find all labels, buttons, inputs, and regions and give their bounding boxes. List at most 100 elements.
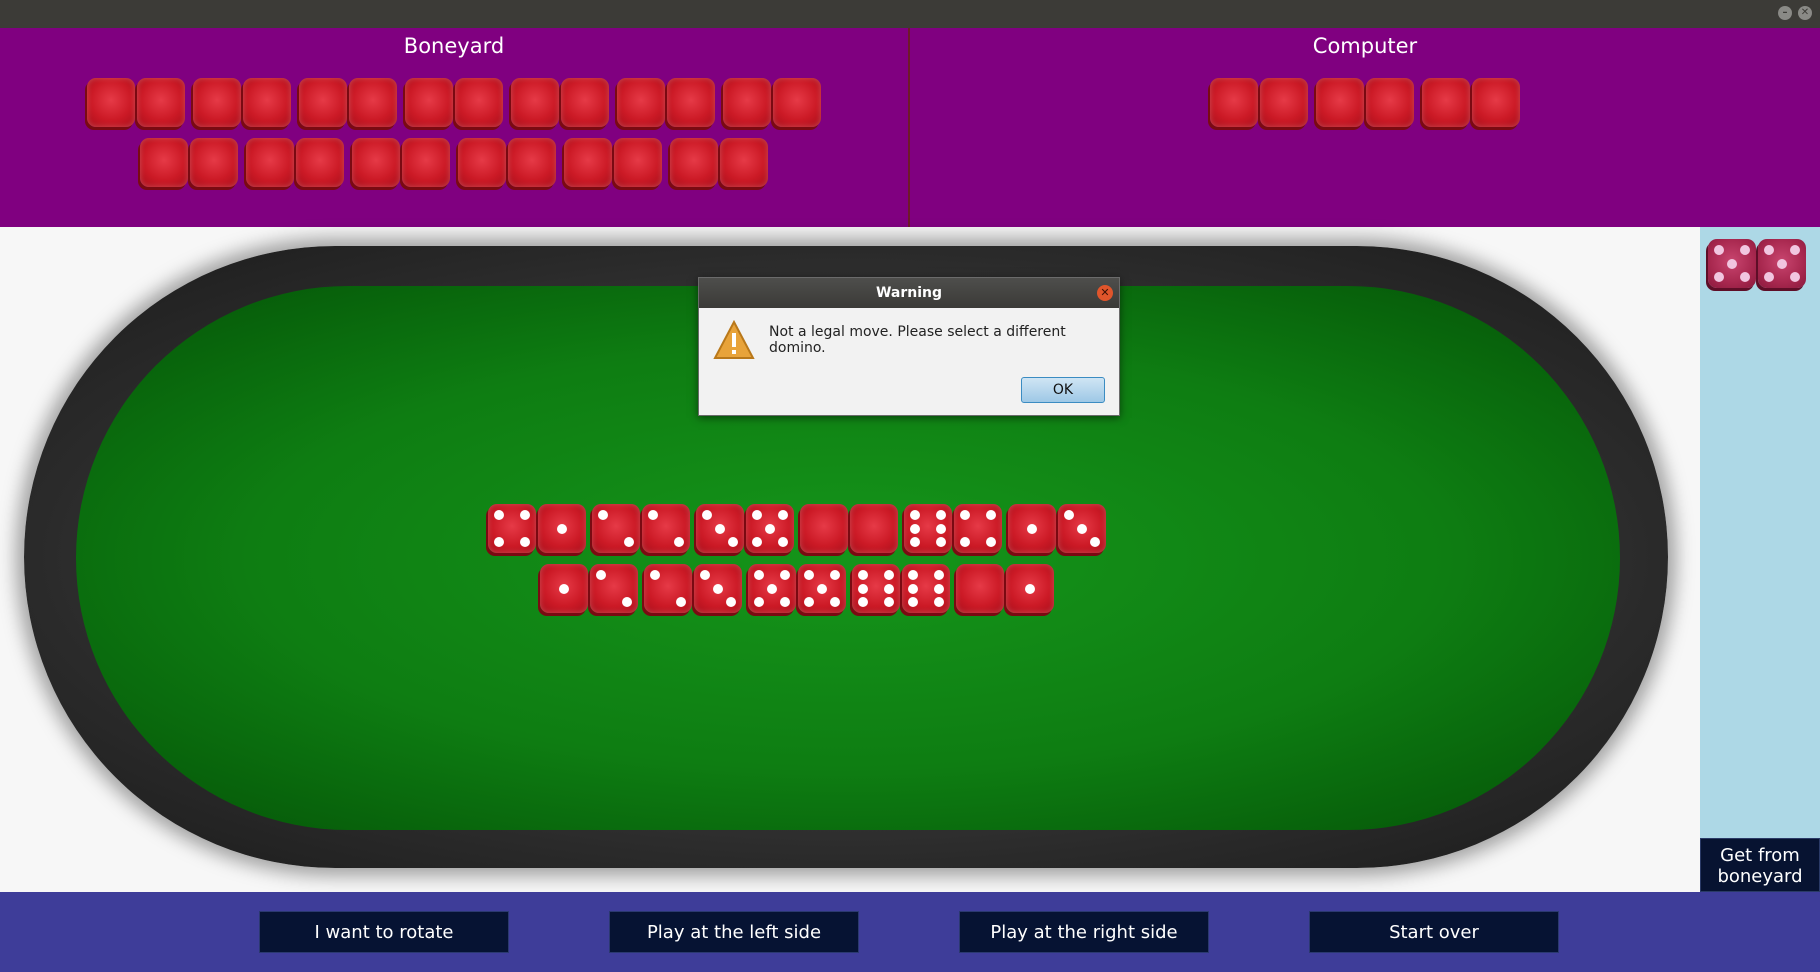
pip <box>780 569 791 580</box>
domino-half <box>540 564 588 613</box>
domino-half <box>592 504 640 553</box>
pip <box>713 583 723 594</box>
pip <box>1713 244 1724 255</box>
domino-half <box>538 504 586 553</box>
board-domino <box>904 504 1002 553</box>
domino-half <box>246 138 294 187</box>
pip <box>597 509 608 520</box>
board-domino <box>852 564 950 613</box>
domino-half <box>850 504 898 553</box>
pip <box>520 537 531 548</box>
pip <box>701 509 712 520</box>
pip <box>803 597 814 608</box>
domino-half <box>511 78 559 127</box>
pip <box>1027 523 1037 534</box>
pip <box>986 537 997 548</box>
domino-half <box>455 78 503 127</box>
pip <box>934 569 945 580</box>
domino-half <box>508 138 556 187</box>
boneyard-domino <box>723 78 821 127</box>
domino-half <box>564 138 612 187</box>
boneyard-domino <box>564 138 662 187</box>
pip <box>715 523 725 534</box>
pip <box>751 537 762 548</box>
boneyard-row-1 <box>0 78 908 127</box>
boneyard-domino <box>352 138 450 187</box>
pip <box>857 583 868 594</box>
board-domino <box>800 504 898 553</box>
domino-half <box>590 564 638 613</box>
pip <box>803 569 814 580</box>
pip <box>778 537 789 548</box>
pip <box>959 509 970 520</box>
domino-half <box>748 564 796 613</box>
board-row-1 <box>488 504 1106 553</box>
rotate-button[interactable]: I want to rotate <box>259 911 509 953</box>
domino-half <box>488 504 536 553</box>
domino-half <box>902 564 950 613</box>
domino-half <box>954 504 1002 553</box>
pip <box>1763 272 1774 283</box>
pip <box>1777 258 1787 269</box>
pip <box>830 569 841 580</box>
domino-half <box>773 78 821 127</box>
computer-domino <box>1316 78 1414 127</box>
pip <box>726 597 737 608</box>
board-domino <box>748 564 846 613</box>
dialog-close-icon[interactable]: ✕ <box>1097 285 1113 301</box>
pip <box>909 509 920 520</box>
domino-half <box>193 78 241 127</box>
pip <box>1063 509 1074 520</box>
ok-button[interactable]: OK <box>1021 377 1105 403</box>
board-domino <box>956 564 1054 613</box>
boneyard-domino <box>458 138 556 187</box>
computer-domino <box>1422 78 1520 127</box>
domino-half <box>1006 564 1054 613</box>
domino-half <box>1008 504 1056 553</box>
board-domino <box>1008 504 1106 553</box>
board-domino <box>644 564 742 613</box>
domino-half <box>1058 504 1106 553</box>
pip <box>907 597 918 608</box>
domino-half <box>1708 239 1756 288</box>
pip <box>1713 272 1724 283</box>
play-left-button[interactable]: Play at the left side <box>609 911 859 953</box>
minimize-icon[interactable]: – <box>1778 6 1792 20</box>
pip <box>1790 244 1801 255</box>
computer-hand <box>910 78 1820 127</box>
domino-half <box>1472 78 1520 127</box>
pip <box>778 509 789 520</box>
close-icon[interactable]: ✕ <box>1798 6 1812 20</box>
domino-half <box>800 504 848 553</box>
domino-half <box>190 138 238 187</box>
hand-domino[interactable] <box>1708 239 1806 288</box>
domino-half <box>405 78 453 127</box>
domino-half <box>299 78 347 127</box>
pip <box>753 569 764 580</box>
dialog-message: Not a legal move. Please select a differ… <box>769 324 1066 356</box>
pip <box>857 597 868 608</box>
board-domino <box>488 504 586 553</box>
pip <box>674 537 685 548</box>
pip <box>649 569 660 580</box>
boneyard-domino <box>193 78 291 127</box>
play-right-button[interactable]: Play at the right side <box>959 911 1209 953</box>
window-titlebar: – ✕ <box>0 0 1820 28</box>
pip <box>1740 244 1751 255</box>
pip <box>909 537 920 548</box>
board-domino <box>540 564 638 613</box>
warning-icon <box>713 320 755 359</box>
domino-half <box>904 504 952 553</box>
board-domino <box>592 504 690 553</box>
pip <box>884 597 895 608</box>
pip <box>907 569 918 580</box>
domino-half <box>352 138 400 187</box>
start-over-button[interactable]: Start over <box>1309 911 1559 953</box>
pip <box>857 569 868 580</box>
pip <box>934 597 945 608</box>
boneyard-row-2 <box>0 138 908 187</box>
domino-half <box>696 504 744 553</box>
get-from-boneyard-button[interactable]: Get from boneyard <box>1700 838 1820 892</box>
domino-half <box>746 504 794 553</box>
board-domino <box>696 504 794 553</box>
